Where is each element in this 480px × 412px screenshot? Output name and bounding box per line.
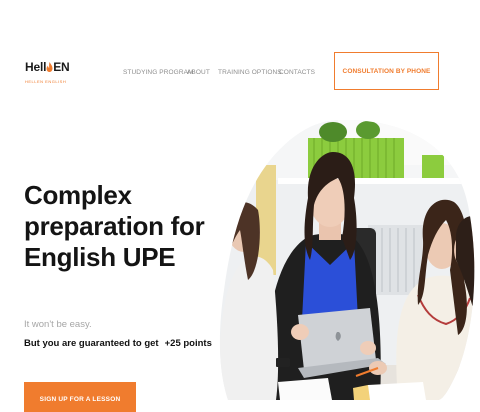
hero-subtitle-muted: It won't be easy. xyxy=(24,319,92,330)
hero-title-line: Complex xyxy=(24,180,132,210)
hero-points: +25 points xyxy=(164,338,212,349)
hero-subtitle: But you are guaranteed to get +25 points xyxy=(24,338,212,349)
logo[interactable]: Hell EN HELLEN ENGLISH xyxy=(25,60,75,90)
logo-tagline: HELLEN ENGLISH xyxy=(25,79,67,84)
signup-button[interactable]: SIGN UP FOR A LESSON xyxy=(24,382,136,412)
consultation-button[interactable]: CONSULTATION BY PHONE xyxy=(334,52,439,90)
logo-name-suffix: EN xyxy=(53,60,70,74)
nav-training-options[interactable]: TRAINING OPTIONS xyxy=(218,69,282,76)
hero-photo xyxy=(218,120,480,400)
nav-contacts[interactable]: CONTACTS xyxy=(279,69,315,76)
logo-wordmark: Hell EN xyxy=(25,60,75,74)
hero-title: Complex preparation for English UPE xyxy=(24,180,224,273)
nav-about[interactable]: ABOUT xyxy=(187,69,210,76)
hero-subtitle-text: But you are guaranteed to get xyxy=(24,338,159,349)
classroom-illustration xyxy=(219,120,475,400)
hero-title-line: English UPE xyxy=(24,242,176,272)
site-header: Hell EN HELLEN ENGLISH STUDYING PROGRAM A… xyxy=(0,0,480,140)
hero-title-line: preparation for xyxy=(24,211,205,241)
nav-studying-program[interactable]: STUDYING PROGRAM xyxy=(123,69,194,76)
logo-name-prefix: Hell xyxy=(25,60,47,74)
